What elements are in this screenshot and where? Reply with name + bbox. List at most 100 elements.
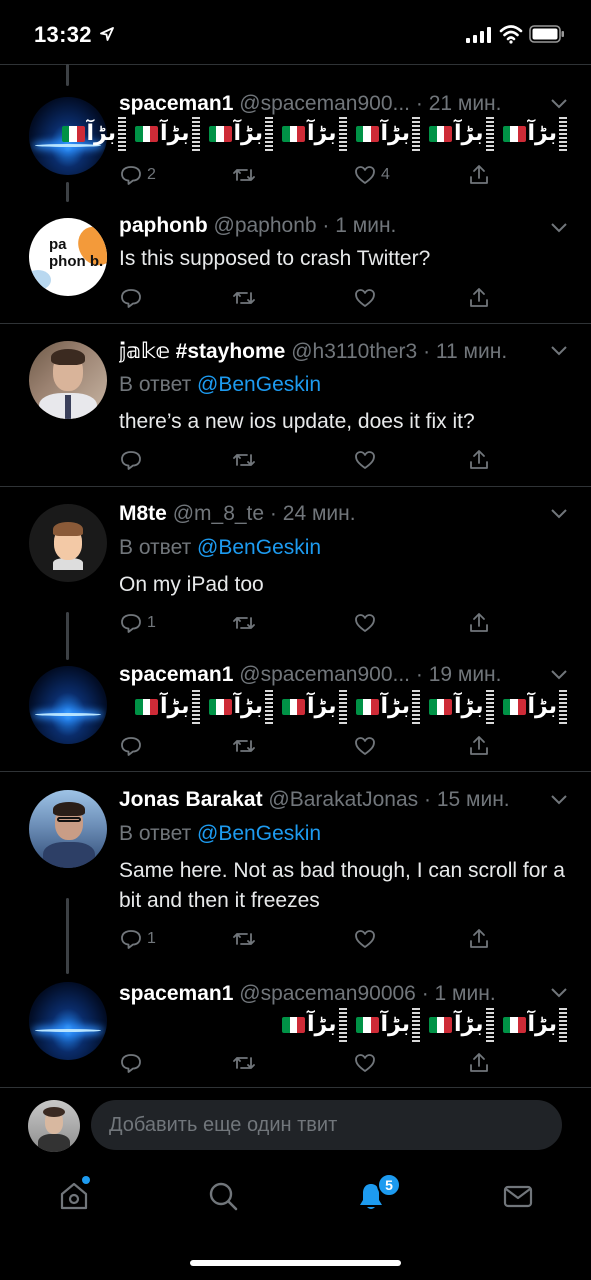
share-button[interactable] — [467, 924, 491, 954]
tweet[interactable]: spaceman1 @spaceman90006 · 1 мин. بڑآ بڑآ… — [0, 962, 591, 1086]
display-name[interactable]: 𝕛𝕒𝕜𝕖 #stayhome — [119, 340, 285, 363]
tab-bar — [0, 1160, 591, 1240]
avatar[interactable] — [29, 790, 107, 868]
reply-button[interactable] — [119, 1048, 143, 1078]
handle[interactable]: @BarakatJonas — [268, 788, 418, 811]
retweet-button[interactable] — [232, 283, 256, 313]
tweet[interactable]: pa phon b. paphonb @paphonb · 1 мин. Is … — [0, 200, 591, 324]
display-name[interactable]: spaceman1 — [119, 663, 233, 686]
italy-flag-icon — [429, 699, 452, 715]
like-button[interactable] — [353, 924, 377, 954]
handle[interactable]: @m_8_te — [173, 502, 264, 525]
flag-emoji-unit: بڑآ — [502, 1008, 567, 1042]
display-name[interactable]: spaceman1 — [119, 982, 233, 1005]
timestamp[interactable]: 1 мин. — [335, 214, 396, 237]
retweet-button[interactable] — [232, 924, 256, 954]
tweet[interactable]: Jonas Barakat @BarakatJonas · 15 мин. В … — [0, 772, 591, 962]
tweet[interactable]: M8te @m_8_te · 24 мин. В ответ @BenGeski… — [0, 487, 591, 647]
tweet-actions — [119, 445, 489, 475]
reply-button[interactable] — [119, 731, 143, 761]
timestamp[interactable]: 19 мин. — [429, 663, 502, 686]
flag-emoji-unit: بڑآ — [282, 690, 347, 724]
user-avatar[interactable] — [28, 1100, 80, 1152]
separator-dot: · — [415, 92, 423, 115]
avatar[interactable] — [29, 666, 107, 744]
reply-button[interactable]: 1 — [119, 924, 156, 954]
flag-emoji-unit: بڑآ — [502, 117, 567, 151]
handle[interactable]: @h3110ther3 — [291, 340, 417, 363]
italy-flag-icon — [282, 1017, 305, 1033]
handle[interactable]: @spaceman900... — [239, 92, 410, 115]
chevron-down-icon[interactable] — [550, 669, 568, 681]
reply-button[interactable] — [119, 445, 143, 475]
tab-messages[interactable] — [502, 1180, 534, 1212]
reply-user-link[interactable]: @BenGeskin — [197, 536, 321, 559]
timestamp[interactable]: 15 мин. — [437, 788, 510, 811]
handle[interactable]: @spaceman900... — [239, 663, 410, 686]
chevron-down-icon[interactable] — [550, 987, 568, 999]
share-button[interactable] — [467, 283, 491, 313]
chevron-down-icon[interactable] — [550, 794, 568, 806]
avatar-shape — [53, 802, 85, 816]
add-tweet-input[interactable] — [91, 1100, 562, 1150]
reply-button[interactable] — [119, 283, 143, 313]
timestamp[interactable]: 21 мин. — [429, 92, 502, 115]
like-button[interactable] — [353, 445, 377, 475]
retweet-button[interactable] — [232, 1048, 256, 1078]
chevron-down-icon[interactable] — [550, 98, 568, 110]
avatar[interactable] — [29, 982, 107, 1060]
retweet-button[interactable] — [232, 608, 256, 638]
tweet[interactable]: spaceman1 @spaceman900... · 21 мин. بڑآ ب… — [0, 0, 591, 200]
share-button[interactable] — [467, 608, 491, 638]
share-button[interactable] — [467, 160, 491, 190]
tab-search[interactable] — [207, 1180, 239, 1212]
handle[interactable]: @paphonb — [214, 214, 317, 237]
retweet-button[interactable] — [232, 731, 256, 761]
like-button[interactable] — [353, 731, 377, 761]
glitch-marks — [191, 117, 200, 151]
tweet-header: spaceman1 @spaceman900... · 19 мин. — [119, 663, 535, 689]
timestamp[interactable]: 11 мин. — [436, 340, 507, 363]
tweet[interactable]: spaceman1 @spaceman900... · 19 мин. بڑآ ب… — [0, 647, 591, 771]
italy-flag-icon — [282, 699, 305, 715]
display-name[interactable]: spaceman1 — [119, 92, 233, 115]
reply-user-link[interactable]: @BenGeskin — [197, 822, 321, 845]
retweet-icon — [233, 169, 255, 181]
share-button[interactable] — [467, 731, 491, 761]
home-indicator[interactable] — [190, 1260, 401, 1266]
like-icon — [355, 614, 375, 632]
chevron-down-icon[interactable] — [550, 222, 568, 234]
share-button[interactable] — [467, 1048, 491, 1078]
like-icon — [355, 737, 375, 755]
avatar[interactable] — [29, 341, 107, 419]
handle[interactable]: @spaceman90006 — [239, 982, 416, 1005]
like-button[interactable] — [353, 1048, 377, 1078]
glitch-marks — [559, 117, 567, 151]
retweet-button[interactable] — [232, 160, 256, 190]
retweet-button[interactable] — [232, 445, 256, 475]
share-button[interactable] — [467, 445, 491, 475]
like-button[interactable] — [353, 608, 377, 638]
timestamp[interactable]: 1 мин. — [435, 982, 496, 1005]
avatar-shape — [43, 1107, 65, 1117]
flag-emoji-unit: بڑآ — [355, 117, 420, 151]
glitch-marks — [265, 690, 273, 724]
like-button[interactable]: 4 — [353, 160, 390, 190]
glitch-marks — [118, 117, 126, 151]
display-name[interactable]: M8te — [119, 502, 167, 525]
chevron-down-icon[interactable] — [550, 345, 568, 357]
display-name[interactable]: paphonb — [119, 214, 208, 237]
avatar[interactable] — [29, 504, 107, 582]
timestamp[interactable]: 24 мин. — [283, 502, 356, 525]
chevron-down-icon[interactable] — [550, 508, 568, 520]
like-button[interactable] — [353, 283, 377, 313]
tweet[interactable]: 𝕛𝕒𝕜𝕖 #stayhome @h3110ther3 · 11 мин. В о… — [0, 324, 591, 486]
tab-home[interactable] — [58, 1180, 90, 1212]
avatar-logo-text: pa phon b. — [49, 236, 104, 270]
display-name[interactable]: Jonas Barakat — [119, 788, 263, 811]
reply-button[interactable]: 1 — [119, 608, 156, 638]
reply-user-link[interactable]: @BenGeskin — [197, 373, 321, 396]
reply-button[interactable]: 2 — [119, 160, 156, 190]
avatar[interactable]: pa phon b. — [29, 218, 107, 296]
glitch-glyph: بڑآ — [233, 121, 264, 146]
